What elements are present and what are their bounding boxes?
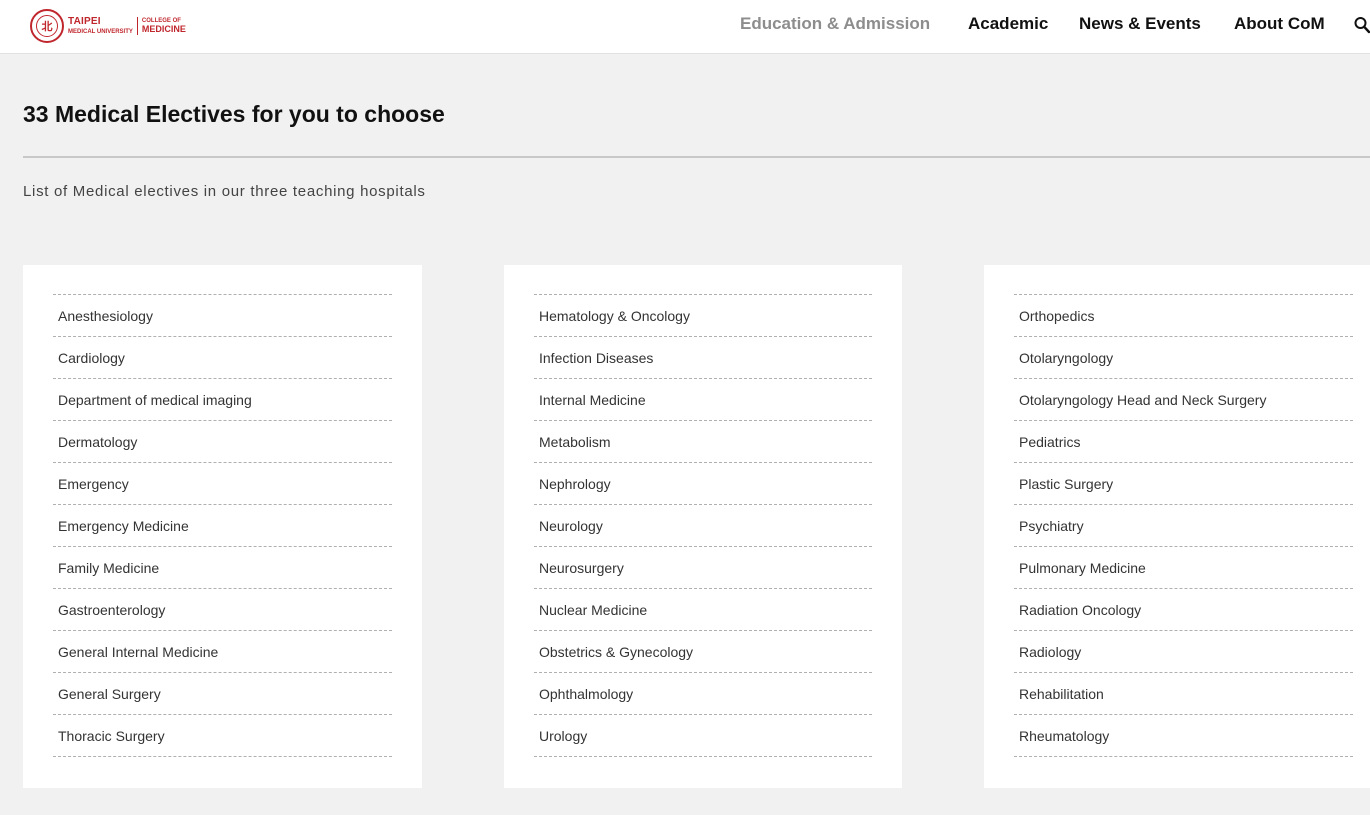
elective-item[interactable]: Neurology: [534, 505, 872, 547]
elective-item[interactable]: Emergency: [53, 463, 392, 505]
title-divider: [23, 156, 1370, 158]
elective-item[interactable]: Gastroenterology: [53, 589, 392, 631]
nav-academic[interactable]: Academic: [968, 14, 1048, 34]
logo-college-text: COLLEGE OF MEDICINE: [142, 18, 186, 34]
elective-item[interactable]: Metabolism: [534, 421, 872, 463]
nav-education-admission[interactable]: Education & Admission: [740, 14, 930, 34]
elective-item[interactable]: Thoracic Surgery: [53, 715, 392, 757]
logo-divider: [136, 17, 138, 35]
elective-item[interactable]: Psychiatry: [1014, 505, 1353, 547]
electives-card-1: Anesthesiology Cardiology Department of …: [23, 265, 422, 788]
elective-item[interactable]: Neurosurgery: [534, 547, 872, 589]
electives-list-3: Orthopedics Otolaryngology Otolaryngolog…: [1014, 294, 1353, 757]
elective-item[interactable]: Rheumatology: [1014, 715, 1353, 757]
page-subtitle: List of Medical electives in our three t…: [23, 183, 426, 200]
elective-item[interactable]: Infection Diseases: [534, 337, 872, 379]
elective-item[interactable]: General Surgery: [53, 673, 392, 715]
elective-item[interactable]: Ophthalmology: [534, 673, 872, 715]
elective-item[interactable]: Department of medical imaging: [53, 379, 392, 421]
elective-item[interactable]: Nuclear Medicine: [534, 589, 872, 631]
elective-item[interactable]: Otolaryngology: [1014, 337, 1353, 379]
electives-list-1: Anesthesiology Cardiology Department of …: [53, 294, 392, 757]
elective-item[interactable]: Family Medicine: [53, 547, 392, 589]
elective-item[interactable]: Nephrology: [534, 463, 872, 505]
elective-item[interactable]: Obstetrics & Gynecology: [534, 631, 872, 673]
electives-list-2: Hematology & Oncology Infection Diseases…: [534, 294, 872, 757]
university-seal-icon: 北: [30, 9, 64, 43]
elective-item[interactable]: Emergency Medicine: [53, 505, 392, 547]
elective-item[interactable]: Otolaryngology Head and Neck Surgery: [1014, 379, 1353, 421]
elective-item[interactable]: Anesthesiology: [53, 295, 392, 337]
elective-item[interactable]: Radiation Oncology: [1014, 589, 1353, 631]
logo-university-line2: MEDICAL UNIVERSITY: [68, 29, 133, 35]
elective-item[interactable]: Urology: [534, 715, 872, 757]
seal-glyph: 北: [36, 15, 58, 37]
elective-item[interactable]: Pulmonary Medicine: [1014, 547, 1353, 589]
university-logo[interactable]: 北 TAIPEI MEDICAL UNIVERSITY COLLEGE OF M…: [30, 8, 186, 44]
electives-card-3: Orthopedics Otolaryngology Otolaryngolog…: [984, 265, 1370, 788]
elective-item[interactable]: Orthopedics: [1014, 295, 1353, 337]
nav-about-com[interactable]: About CoM: [1234, 14, 1325, 34]
page-title: 33 Medical Electives for you to choose: [23, 101, 445, 127]
elective-item[interactable]: Hematology & Oncology: [534, 295, 872, 337]
electives-card-2: Hematology & Oncology Infection Diseases…: [504, 265, 902, 788]
logo-university-text: TAIPEI MEDICAL UNIVERSITY: [68, 16, 133, 36]
logo-university-line1: TAIPEI: [68, 16, 101, 27]
search-icon[interactable]: [1354, 16, 1370, 34]
logo-college-line2: MEDICINE: [141, 24, 186, 34]
site-header: 北 TAIPEI MEDICAL UNIVERSITY COLLEGE OF M…: [0, 0, 1370, 54]
elective-item[interactable]: Internal Medicine: [534, 379, 872, 421]
nav-news-events[interactable]: News & Events: [1079, 14, 1201, 34]
elective-item[interactable]: Pediatrics: [1014, 421, 1353, 463]
elective-item[interactable]: Plastic Surgery: [1014, 463, 1353, 505]
elective-item[interactable]: General Internal Medicine: [53, 631, 392, 673]
elective-item[interactable]: Rehabilitation: [1014, 673, 1353, 715]
elective-item[interactable]: Radiology: [1014, 631, 1353, 673]
elective-item[interactable]: Dermatology: [53, 421, 392, 463]
elective-item[interactable]: Cardiology: [53, 337, 392, 379]
